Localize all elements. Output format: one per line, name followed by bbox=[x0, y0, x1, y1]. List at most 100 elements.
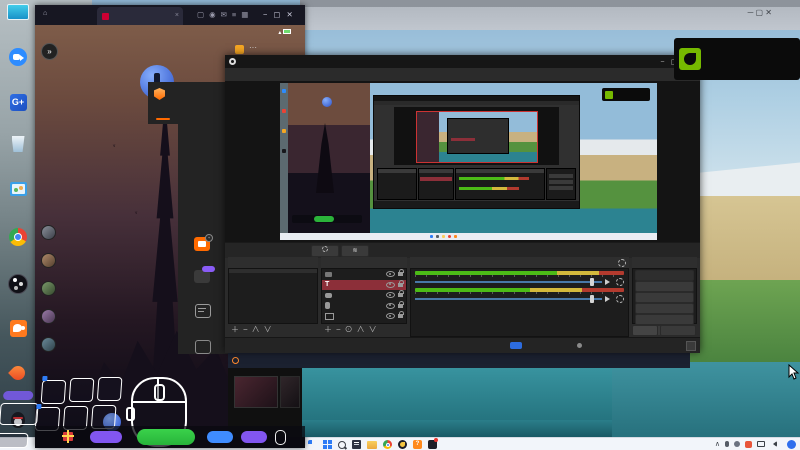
taskbar-center-icons: ? bbox=[308, 438, 438, 450]
mixer-gear-icon[interactable] bbox=[618, 259, 626, 267]
emulator-window-controls[interactable]: −▢✕ bbox=[263, 10, 299, 19]
scenes-toolbar[interactable]: ＋−∧∨ bbox=[228, 324, 318, 337]
settings-button[interactable] bbox=[635, 314, 694, 325]
seat-avatar[interactable] bbox=[41, 309, 56, 324]
geforce-toast[interactable] bbox=[674, 38, 800, 80]
start-button-icon[interactable] bbox=[308, 440, 312, 444]
desktop-icon-obs[interactable] bbox=[1, 274, 35, 320]
desktop-icon-huorong[interactable] bbox=[1, 363, 35, 412]
desktop-icon-booster[interactable]: G+ bbox=[1, 92, 35, 136]
lock-icon[interactable] bbox=[398, 279, 404, 287]
obs-titlebar[interactable]: −▢✕ bbox=[225, 55, 700, 68]
chrome-taskbar-icon[interactable] bbox=[383, 440, 392, 449]
obs-preview[interactable] bbox=[225, 81, 700, 242]
filters-button[interactable]: ≋ bbox=[341, 245, 369, 257]
scene-thumbnail[interactable] bbox=[280, 376, 300, 408]
more-options-icon[interactable]: ··· bbox=[249, 43, 257, 52]
sources-header[interactable] bbox=[321, 257, 407, 268]
sidebar-extra-icon[interactable] bbox=[195, 340, 211, 354]
channel-gear-icon[interactable] bbox=[616, 294, 624, 303]
desktop-icon-meeting[interactable] bbox=[1, 48, 35, 92]
volume-icon[interactable] bbox=[605, 278, 613, 285]
sources-toolbar[interactable]: ＋−⊙∧∨ bbox=[321, 324, 407, 337]
scene-thumbnail[interactable] bbox=[234, 376, 278, 408]
file-explorer-icon[interactable] bbox=[367, 440, 377, 449]
controls-header bbox=[632, 257, 697, 268]
seat-avatar[interactable] bbox=[41, 281, 56, 296]
emulator-toolbar-icons[interactable]: ▢◉✉≡▦ bbox=[197, 10, 253, 19]
danmu-helper-icon[interactable]: + bbox=[194, 234, 213, 251]
streamer-avatar[interactable]: » bbox=[41, 43, 58, 60]
camera-icon bbox=[325, 271, 332, 277]
properties-button[interactable] bbox=[311, 245, 339, 257]
visibility-icon[interactable] bbox=[386, 271, 395, 278]
home-tab[interactable]: ⌂ bbox=[43, 10, 47, 17]
visibility-icon[interactable] bbox=[386, 313, 395, 320]
dark-app-icon[interactable] bbox=[398, 440, 407, 449]
visibility-icon[interactable] bbox=[386, 302, 395, 309]
tutorial-link-icon bbox=[232, 357, 239, 364]
slider-handle[interactable] bbox=[590, 294, 594, 303]
tab-blood-clocktower[interactable]: × bbox=[97, 7, 183, 25]
display-tray-icon[interactable] bbox=[757, 441, 765, 447]
desktop-icon-recycle-bin[interactable] bbox=[1, 136, 35, 182]
scene-row[interactable] bbox=[229, 269, 317, 273]
visibility-icon[interactable] bbox=[386, 292, 395, 299]
seat-avatar[interactable] bbox=[41, 225, 56, 240]
desktop-icon-douyu[interactable] bbox=[1, 320, 35, 366]
seat-avatar[interactable] bbox=[41, 337, 56, 352]
companion-taskbar-icon[interactable] bbox=[428, 438, 438, 449]
mixer-ch2-slider[interactable] bbox=[415, 294, 602, 303]
lock-icon[interactable] bbox=[398, 290, 404, 298]
channel-gear-icon[interactable] bbox=[616, 277, 624, 286]
microphone-icon[interactable] bbox=[725, 441, 729, 447]
studio-mode-button[interactable] bbox=[635, 303, 694, 314]
desktop-icon-chrome[interactable] bbox=[1, 228, 35, 274]
tab-favicon bbox=[102, 13, 109, 20]
orange-app-icon[interactable]: ? bbox=[413, 440, 422, 449]
task-view-icon[interactable] bbox=[352, 440, 361, 449]
mixer-header[interactable] bbox=[410, 257, 629, 268]
companion-tray-icon[interactable] bbox=[745, 440, 752, 448]
character-orb-small[interactable] bbox=[103, 413, 121, 431]
slider-handle[interactable] bbox=[590, 277, 594, 286]
keyboard-icon bbox=[325, 292, 332, 298]
tray-chevron-icon[interactable]: ∧ bbox=[715, 440, 720, 448]
mixer-ch1-slider[interactable] bbox=[415, 277, 602, 286]
capture-mini-toast bbox=[602, 88, 650, 101]
lock-icon[interactable] bbox=[398, 269, 404, 277]
source-row-camera[interactable] bbox=[322, 269, 406, 280]
companion-logo-icon bbox=[154, 88, 165, 100]
lock-icon[interactable] bbox=[398, 311, 404, 319]
tab-controls[interactable] bbox=[632, 325, 658, 336]
desktop-icon-drawing-board[interactable] bbox=[1, 182, 35, 228]
start-recording-button[interactable] bbox=[635, 281, 694, 292]
source-row-keyboard[interactable] bbox=[322, 290, 406, 301]
search-icon[interactable] bbox=[338, 440, 348, 449]
virtual-camera-button[interactable] bbox=[635, 292, 694, 303]
start-grid-icon[interactable] bbox=[323, 440, 332, 449]
scenes-header[interactable] bbox=[228, 257, 318, 268]
background-window-controls[interactable]: ─ ▢ ✕ bbox=[748, 8, 772, 17]
source-row-mouse[interactable] bbox=[322, 300, 406, 312]
capture-mini-obs bbox=[373, 95, 580, 209]
chrome-icon bbox=[9, 228, 27, 246]
source-row-text-selected[interactable]: T bbox=[322, 279, 406, 290]
mouse-cursor bbox=[788, 364, 800, 380]
visibility-icon[interactable] bbox=[386, 281, 395, 288]
source-row-display[interactable] bbox=[322, 311, 406, 322]
desktop-icon-this-pc[interactable] bbox=[1, 4, 35, 48]
stop-streaming-button[interactable] bbox=[635, 270, 694, 281]
tab-scene-transitions[interactable] bbox=[660, 325, 696, 336]
tab-close-icon[interactable]: × bbox=[175, 12, 179, 19]
video-link-icon[interactable] bbox=[194, 266, 215, 283]
speaker-icon[interactable] bbox=[770, 441, 777, 447]
settings-tray-icon[interactable] bbox=[734, 441, 740, 447]
scenes-dock: ＋−∧∨ bbox=[228, 257, 318, 337]
read-danmu-icon[interactable] bbox=[195, 304, 211, 318]
emulator-titlebar[interactable]: ⌂ × ▢◉✉≡▦ −▢✕ bbox=[35, 5, 305, 25]
notification-badge[interactable] bbox=[787, 439, 796, 449]
seat-avatar[interactable] bbox=[41, 253, 56, 268]
lock-icon[interactable] bbox=[398, 300, 404, 308]
volume-icon[interactable] bbox=[605, 295, 613, 302]
